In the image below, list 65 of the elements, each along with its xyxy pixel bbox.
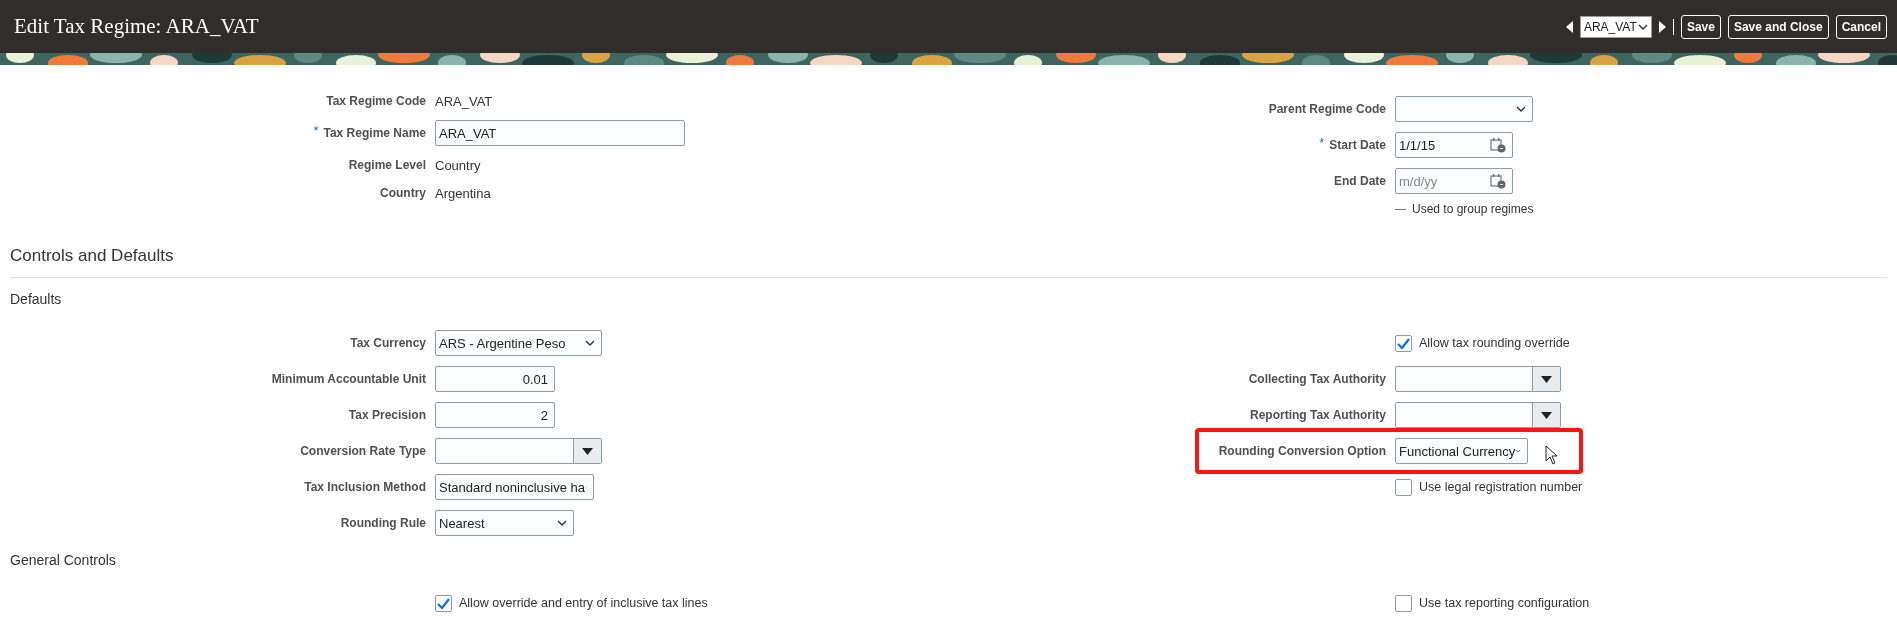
checkbox[interactable] — [435, 594, 452, 612]
checkbox[interactable] — [1395, 478, 1412, 496]
chevron-down-icon — [557, 520, 567, 526]
field-label: Tax Precision — [348, 408, 426, 422]
field-label: Parent Regime Code — [1268, 102, 1386, 116]
checkbox-label: Allow override and entry of inclusive tax lines — [459, 596, 708, 610]
number-field[interactable]: 2 — [435, 402, 555, 428]
caret-down-icon — [1541, 411, 1552, 419]
field-value: ARA_VAT — [435, 93, 493, 109]
lookup-field[interactable] — [1395, 366, 1561, 392]
text-field[interactable]: ARA_VAT — [435, 120, 685, 146]
field-label: Reporting Tax Authority — [1250, 408, 1386, 422]
field-label: Collecting Tax Authority — [1248, 372, 1386, 386]
lookup-field[interactable] — [1395, 402, 1561, 428]
chevron-down-icon — [1516, 106, 1526, 112]
chevron-down-icon — [585, 340, 595, 346]
mouse-pointer-icon — [1545, 445, 1558, 465]
field-value: Argentina — [435, 185, 491, 201]
field-value: Country — [435, 157, 481, 173]
field-label: Tax Currency — [350, 336, 426, 350]
subsection-heading: General Controls — [10, 551, 117, 570]
checkbox[interactable] — [1395, 594, 1412, 612]
required-mark: * — [1319, 134, 1325, 150]
page-title: Edit Tax Regime: ARA_VAT — [14, 14, 260, 39]
next-icon[interactable] — [1658, 20, 1666, 33]
chevron-down-icon — [1637, 23, 1648, 30]
select-field[interactable]: Nearest — [435, 510, 574, 536]
date-field[interactable]: m/d/yy — [1395, 168, 1513, 194]
lookup-field[interactable] — [435, 438, 602, 464]
field-label: Start Date — [1329, 138, 1386, 152]
previous-icon[interactable] — [1565, 20, 1573, 33]
field-label: Rounding Conversion Option — [1218, 444, 1386, 458]
record-select[interactable]: ARA_VAT — [1579, 15, 1652, 38]
checkbox-label: Allow tax rounding override — [1419, 336, 1570, 350]
hint-text: Used to group regimes — [1412, 202, 1534, 216]
select-field[interactable]: Functional Currency — [1395, 438, 1528, 464]
field-label: Tax Regime Name — [323, 126, 426, 140]
field-label: Regime Level — [348, 158, 426, 172]
field-label: Conversion Rate Type — [300, 444, 426, 458]
select-field[interactable] — [1395, 96, 1533, 122]
select-field[interactable]: Standard noninclusive ha — [435, 474, 594, 500]
chevron-down-icon — [1515, 448, 1521, 454]
select-field[interactable]: ARS - Argentine Peso — [435, 330, 602, 356]
field-label: Minimum Accountable Unit — [271, 372, 426, 386]
caret-down-icon — [582, 447, 593, 455]
required-mark: * — [313, 122, 319, 138]
caret-down-icon — [1541, 375, 1552, 383]
field-label: Tax Inclusion Method — [304, 480, 426, 494]
section-heading: Controls and Defaults — [10, 244, 1887, 278]
header-button[interactable]: Save — [1680, 14, 1721, 39]
field-label: End Date — [1334, 174, 1386, 188]
checkbox-label: Use legal registration number — [1419, 480, 1583, 494]
number-field[interactable]: 0.01 — [435, 366, 555, 392]
field-label: Tax Regime Code — [326, 94, 426, 108]
date-field[interactable]: 1/1/15 — [1395, 132, 1513, 158]
field-label: Rounding Rule — [340, 516, 426, 530]
calendar-icon — [1490, 173, 1506, 189]
dash-icon — [1395, 208, 1406, 210]
calendar-icon — [1490, 137, 1506, 153]
checkbox-label: Use tax reporting configuration — [1419, 596, 1590, 610]
subsection-heading: Defaults — [10, 290, 63, 309]
header-button[interactable]: Cancel — [1835, 14, 1887, 39]
checkbox[interactable] — [1395, 334, 1412, 352]
field-label: Country — [380, 186, 426, 200]
header-button[interactable]: Save and Close — [1727, 14, 1829, 39]
